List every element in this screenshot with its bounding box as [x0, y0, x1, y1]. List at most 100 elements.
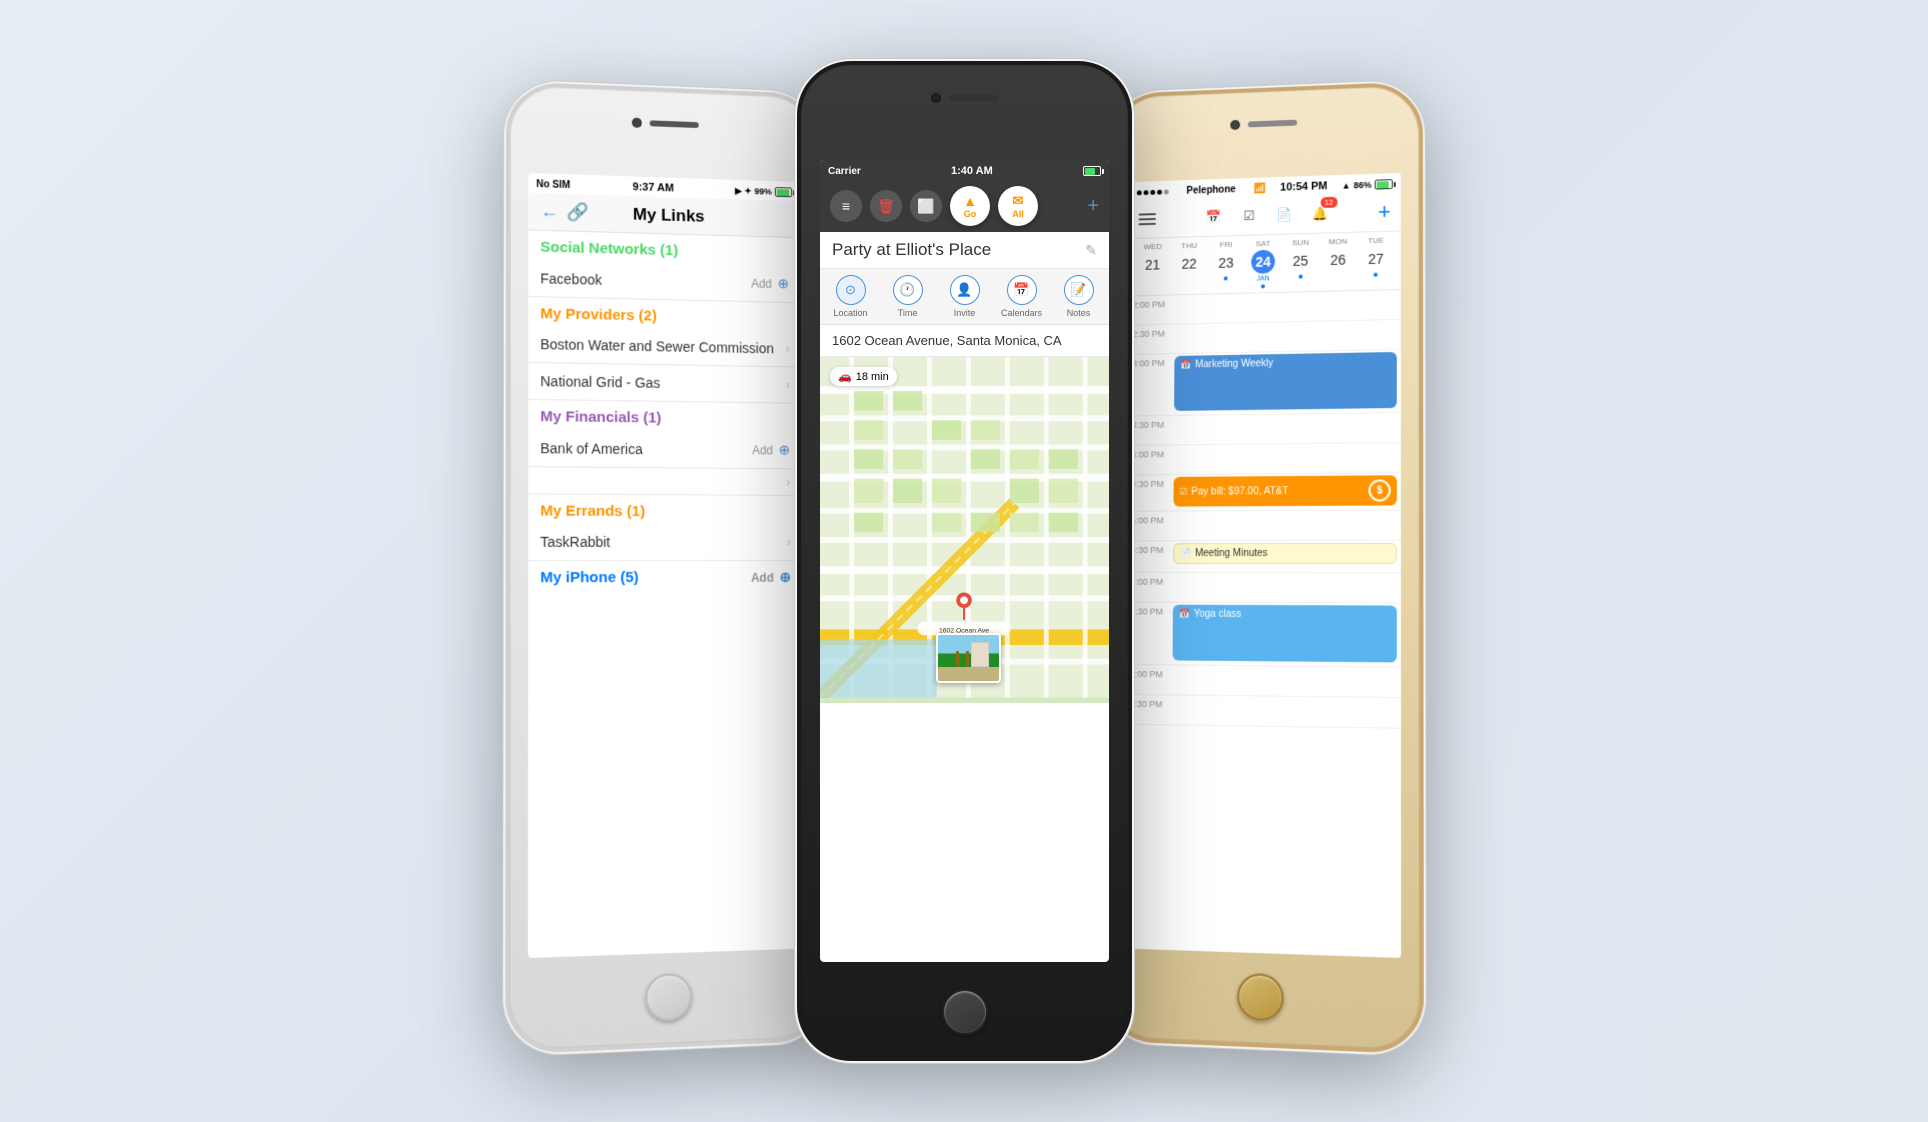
all-label: All [1012, 209, 1024, 219]
tab-invite[interactable]: 👤 Invite [942, 275, 987, 318]
phone3-power[interactable] [1420, 244, 1424, 294]
time-row-430pm: 4:30 PM ☑ Pay bill: $97.00, AT&T $ [1126, 473, 1400, 511]
event-yoga-class[interactable]: 📅 Yoga class [1172, 605, 1396, 663]
phone2-home-button[interactable] [941, 989, 987, 1035]
list-item-bank-of-america[interactable]: Bank of America Add ⊕ [528, 429, 802, 469]
calendar-day-wed[interactable]: WED 21 [1134, 242, 1171, 292]
event-area-700pm [1168, 665, 1400, 671]
phone3-carrier: Pelephone [1186, 184, 1235, 196]
calendar-day-tue[interactable]: TUE 27 [1356, 236, 1394, 287]
phone3-speaker [1247, 120, 1296, 128]
time-tab-label: Time [897, 308, 917, 318]
phone1-battery-fill [776, 189, 788, 196]
event-edit-icon[interactable]: ✎ [1085, 242, 1097, 259]
time-row-300pm: 3:00 PM 📅 Marketing Weekly [1127, 350, 1400, 417]
facebook-label: Facebook [540, 270, 602, 287]
phone2-power[interactable] [1129, 235, 1132, 290]
day-num-25: 25 [1288, 249, 1312, 273]
dollar-badge: $ [1368, 479, 1390, 501]
event-title: Party at Elliot's Place [832, 240, 991, 260]
time-row-730pm: 7:30 PM [1125, 695, 1401, 729]
iphone-add-btn[interactable]: ⊕ [779, 569, 791, 586]
phone3-screen: Pelephone 📶 10:54 PM ▲ 86% [1123, 173, 1401, 958]
calendar-check-icon-glyph: ☑ [1243, 208, 1255, 224]
calendar-day-mon[interactable]: MON 26 [1319, 237, 1357, 287]
phone1-volume-up[interactable] [505, 224, 509, 256]
marketing-weekly-icon: 📅 [1180, 360, 1191, 371]
phone3-battery-fill [1376, 181, 1388, 188]
list-item-boston-water[interactable]: Boston Water and Sewer Commission › [528, 326, 801, 368]
phone3-status-right: ▲ 86% [1341, 179, 1392, 191]
time-label-330pm: 3:30 PM [1127, 416, 1170, 430]
calendar-notes-icon-glyph: 📄 [1276, 207, 1292, 223]
national-grid-chevron: › [785, 378, 789, 392]
phone1-battery-text: 99% [754, 186, 771, 196]
time-row-600pm: 6:00 PM [1126, 573, 1401, 604]
calendar-menu-btn[interactable] [1138, 213, 1157, 225]
phone1-home-button[interactable] [645, 973, 691, 1022]
calendar-day-sun[interactable]: SUN 25 [1281, 238, 1319, 288]
calendar-notes-icon[interactable]: 📄 [1271, 202, 1297, 228]
event-pay-bill[interactable]: ☑ Pay bill: $97.00, AT&T $ [1173, 475, 1396, 506]
phone1-camera [631, 118, 641, 128]
toolbar-go-btn[interactable]: ▲ Go [950, 186, 990, 226]
calendar-header-icons: 📅 ☑ 📄 🔔 12 [1165, 200, 1369, 232]
phone2-volume-up[interactable] [797, 215, 800, 250]
phone1-back-button[interactable]: ← [540, 201, 558, 222]
phone1-carrier: No SIM [536, 179, 570, 191]
phone3-home-button[interactable] [1237, 973, 1283, 1022]
list-item-taskrabbit[interactable]: TaskRabbit › [528, 524, 803, 561]
bank-add-btn[interactable]: ⊕ [778, 442, 790, 459]
toolbar-share-btn[interactable]: ⬜ [910, 190, 942, 222]
calendar-day-thu[interactable]: THU 22 [1170, 241, 1207, 291]
list-item-national-grid[interactable]: National Grid - Gas › [528, 363, 801, 404]
phone1-battery-icon [774, 187, 791, 197]
event-meeting-minutes[interactable]: 📄 Meeting Minutes [1173, 543, 1397, 564]
phone2-battery-fill [1085, 168, 1095, 175]
calendar-bell-wrap: 🔔 12 [1307, 201, 1333, 227]
toolbar-all-btn[interactable]: ✉ All [998, 186, 1038, 226]
notification-badge: 12 [1320, 197, 1337, 208]
day-label-wed: WED [1143, 242, 1161, 251]
phone1-volume-down[interactable] [505, 266, 509, 298]
toolbar-hamburger-btn[interactable]: ≡ [830, 190, 862, 222]
facebook-add-btn[interactable]: ⊕ [777, 275, 788, 292]
calendar-timeline: 2:00 PM 2:30 PM 3:00 PM 📅 Marketing Week… [1125, 290, 1401, 729]
bank-america-actions: Add ⊕ [752, 441, 790, 458]
event-header: Party at Elliot's Place ✎ [820, 232, 1109, 269]
calendar-check-icon[interactable]: ☑ [1236, 203, 1262, 229]
palm2 [965, 651, 968, 667]
tab-calendars[interactable]: 📅 Calendars [999, 275, 1044, 318]
toolbar-trash-btn[interactable]: 🗑 [870, 190, 902, 222]
phone2-status-bar: Carrier 1:40 AM [820, 160, 1109, 180]
calendar-month-icon[interactable]: 📅 [1201, 204, 1227, 230]
event-marketing-weekly[interactable]: 📅 Marketing Weekly [1174, 352, 1397, 411]
tab-time[interactable]: 🕐 Time [885, 275, 930, 318]
day-label-mon: MON [1328, 237, 1347, 246]
travel-time-icon: 🚗 [838, 370, 852, 383]
phone3-time: 10:54 PM [1280, 180, 1327, 193]
time-label-530pm: 5:30 PM [1126, 541, 1169, 555]
toolbar-plus-btn[interactable]: + [1087, 195, 1099, 218]
fri-event-dot [1223, 276, 1227, 280]
time-row-630pm: 6:30 PM 📅 Yoga class [1125, 603, 1400, 668]
tab-notes[interactable]: 📝 Notes [1056, 275, 1101, 318]
phone1-time: 9:37 AM [632, 181, 673, 194]
phone2-battery-icon [1083, 166, 1101, 176]
phone3-notch [1230, 118, 1297, 130]
notes-tab-label: Notes [1066, 308, 1090, 318]
calendar-plus-btn[interactable]: + [1377, 199, 1390, 225]
meeting-minutes-label: Meeting Minutes [1194, 548, 1267, 559]
time-row-700pm: 7:00 PM [1125, 665, 1401, 698]
time-row-530pm: 5:30 PM 📄 Meeting Minutes [1126, 541, 1401, 573]
tab-location[interactable]: ⊙ Location [828, 275, 873, 318]
bank-america-chevron-row[interactable]: › [528, 467, 802, 496]
phone2-volume-down[interactable] [797, 261, 800, 296]
iphone-section-label: My iPhone (5) [540, 569, 638, 586]
list-item-facebook[interactable]: Facebook Add ⊕ [528, 259, 800, 303]
calendar-day-sat[interactable]: SAT 24 JAN [1244, 239, 1281, 289]
facebook-actions: Add ⊕ [751, 275, 789, 292]
pay-bill-content: ☑ Pay bill: $97.00, AT&T [1179, 486, 1288, 498]
time-label-300pm: 3:00 PM [1127, 354, 1170, 368]
calendar-day-fri[interactable]: FRI 23 [1207, 240, 1244, 290]
